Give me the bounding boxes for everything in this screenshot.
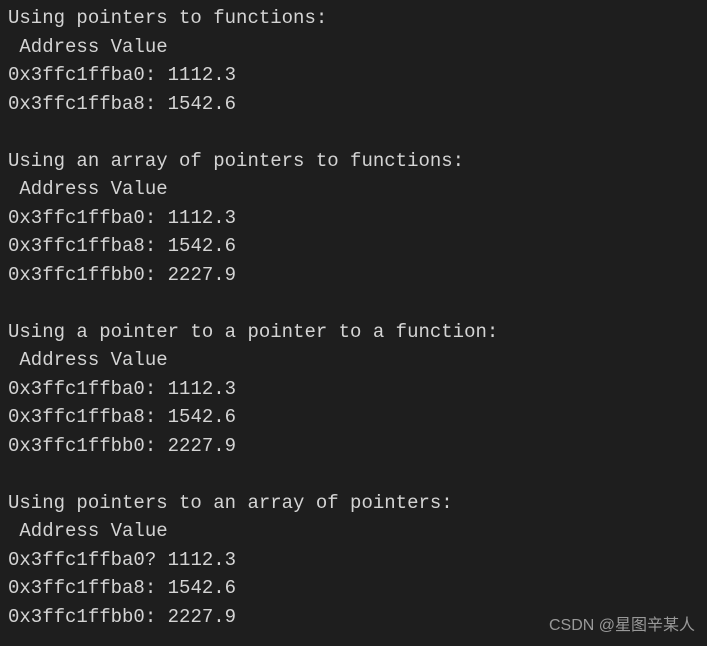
output-row: 0x3ffc1ffba8: 1542.6 (8, 403, 699, 432)
blank-line (8, 289, 699, 318)
output-row: 0x3ffc1ffba8: 1542.6 (8, 90, 699, 119)
output-row: 0x3ffc1ffba0: 1112.3 (8, 61, 699, 90)
address-cell: 0x3ffc1ffba8 (8, 93, 145, 115)
value-cell: 1112.3 (168, 64, 236, 86)
address-cell: 0x3ffc1ffba0 (8, 64, 145, 86)
output-row: 0x3ffc1ffbb0: 2227.9 (8, 432, 699, 461)
address-cell: 0x3ffc1ffba8 (8, 577, 145, 599)
address-cell: 0x3ffc1ffbb0 (8, 606, 145, 628)
column-header: Address Value (8, 346, 699, 375)
section-title: Using a pointer to a pointer to a functi… (8, 318, 699, 347)
output-row: 0x3ffc1ffba8: 1542.6 (8, 232, 699, 261)
address-cell: 0x3ffc1ffba8 (8, 406, 145, 428)
separator: : (145, 378, 156, 400)
separator: : (145, 264, 156, 286)
value-cell: 1112.3 (168, 378, 236, 400)
blank-line (8, 460, 699, 489)
value-cell: 1542.6 (168, 406, 236, 428)
blank-line (8, 118, 699, 147)
value-cell: 2227.9 (168, 435, 236, 457)
output-row: 0x3ffc1ffba8: 1542.6 (8, 574, 699, 603)
section-title: Using pointers to functions: (8, 4, 699, 33)
separator: ? (145, 549, 156, 571)
section-title: Using an array of pointers to functions: (8, 147, 699, 176)
value-cell: 2227.9 (168, 264, 236, 286)
terminal-output: Using pointers to functions: Address Val… (8, 4, 699, 631)
value-cell: 1542.6 (168, 93, 236, 115)
address-cell: 0x3ffc1ffba0 (8, 378, 145, 400)
value-cell: 2227.9 (168, 606, 236, 628)
column-header: Address Value (8, 175, 699, 204)
address-cell: 0x3ffc1ffbb0 (8, 264, 145, 286)
output-row: 0x3ffc1ffba0: 1112.3 (8, 204, 699, 233)
watermark: CSDN @星图辛某人 (549, 614, 695, 638)
column-header: Address Value (8, 33, 699, 62)
address-cell: 0x3ffc1ffba0 (8, 549, 145, 571)
separator: : (145, 406, 156, 428)
separator: : (145, 64, 156, 86)
value-cell: 1542.6 (168, 577, 236, 599)
separator: : (145, 207, 156, 229)
section-title: Using pointers to an array of pointers: (8, 489, 699, 518)
address-cell: 0x3ffc1ffbb0 (8, 435, 145, 457)
address-cell: 0x3ffc1ffba8 (8, 235, 145, 257)
value-cell: 1112.3 (168, 549, 236, 571)
address-cell: 0x3ffc1ffba0 (8, 207, 145, 229)
column-header: Address Value (8, 517, 699, 546)
output-row: 0x3ffc1ffbb0: 2227.9 (8, 261, 699, 290)
separator: : (145, 606, 156, 628)
separator: : (145, 577, 156, 599)
value-cell: 1542.6 (168, 235, 236, 257)
separator: : (145, 93, 156, 115)
separator: : (145, 235, 156, 257)
output-row: 0x3ffc1ffba0? 1112.3 (8, 546, 699, 575)
separator: : (145, 435, 156, 457)
output-row: 0x3ffc1ffba0: 1112.3 (8, 375, 699, 404)
value-cell: 1112.3 (168, 207, 236, 229)
